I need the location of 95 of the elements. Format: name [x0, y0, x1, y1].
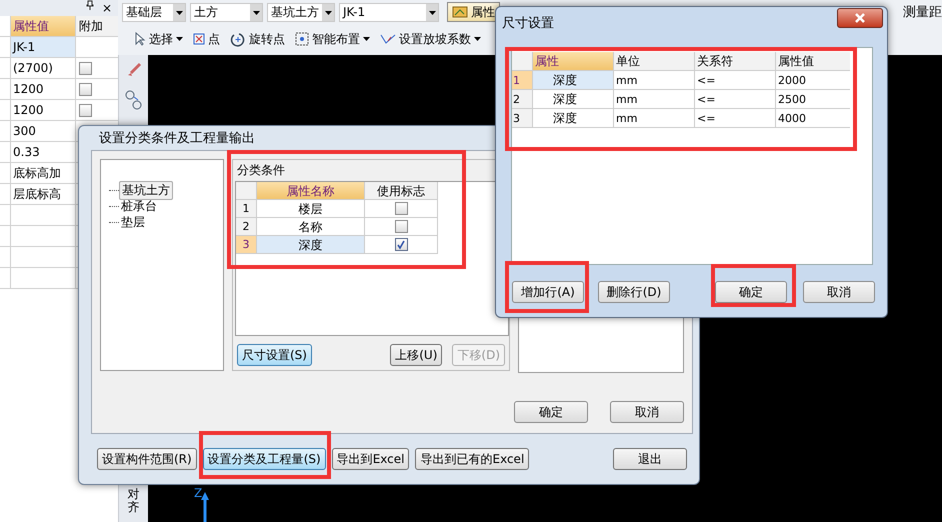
column-header: 关系符 — [695, 52, 776, 71]
table-cell[interactable]: 深度 — [257, 236, 365, 254]
axis-arrow-icon — [200, 492, 210, 522]
point-icon — [193, 33, 205, 45]
checkbox[interactable] — [79, 104, 92, 116]
table-cell[interactable]: JK-1 — [11, 37, 76, 57]
dialog-button[interactable]: 增加行(A) — [512, 281, 584, 303]
dialog-button[interactable]: 导出到已有的Excel — [415, 448, 530, 470]
table-cell[interactable]: mm — [614, 90, 695, 109]
checkbox[interactable] — [79, 82, 92, 96]
column-header: 附加 — [76, 16, 118, 36]
dialog-button[interactable]: 确定 — [514, 401, 588, 423]
column-header: 属性值 — [776, 52, 850, 71]
toolbar-label[interactable]: 测量距 — [903, 3, 942, 21]
dialog-button[interactable]: 上移(U) — [390, 344, 442, 366]
row-number: 1 — [236, 200, 257, 218]
header-corner-cell — [236, 182, 257, 200]
dropdown[interactable]: 基础层 — [122, 2, 186, 22]
caret-icon — [176, 10, 182, 14]
table-cell[interactable]: mm — [614, 71, 695, 90]
row-number: 2 — [512, 90, 533, 109]
axis-label: Z — [194, 486, 202, 500]
close-icon — [854, 13, 866, 23]
checkbox[interactable] — [394, 220, 408, 233]
table-cell[interactable]: 2000 — [776, 71, 850, 90]
properties-button[interactable]: 属性 — [447, 2, 500, 22]
caret-icon — [324, 10, 332, 14]
table-cell[interactable]: 楼层 — [257, 200, 365, 218]
row-number: 1 — [512, 71, 533, 90]
toolbar-button[interactable]: 旋转点 — [230, 30, 285, 48]
picture-icon — [452, 6, 468, 18]
table-cell[interactable]: 深度 — [533, 109, 614, 128]
toolbar-button[interactable]: 点 — [193, 30, 220, 48]
table-cell[interactable]: <= — [695, 71, 776, 90]
tree-item[interactable]: 桩承台 — [119, 198, 159, 214]
tree-item[interactable]: 基坑土方 — [119, 180, 173, 200]
header-corner-cell — [512, 52, 533, 71]
dialog-button[interactable]: 设置构件范围(R) — [97, 448, 197, 470]
table-cell[interactable]: 4000 — [776, 109, 850, 128]
row-number: 3 — [236, 236, 257, 254]
table-cell[interactable]: 底标高加 — [11, 163, 76, 183]
caret-icon — [474, 37, 481, 41]
rotate-icon — [230, 31, 246, 47]
toolbar-button[interactable]: 设置放坡系数 — [380, 30, 481, 48]
close-button[interactable] — [837, 8, 883, 28]
pin-icon[interactable] — [86, 0, 94, 10]
group-title: 分类条件 — [236, 162, 286, 179]
table-cell[interactable]: 深度 — [533, 71, 614, 90]
toolbar-label[interactable]: 对齐 — [128, 488, 140, 514]
table-cell[interactable]: (2700) — [11, 58, 76, 78]
slope-icon — [380, 33, 396, 45]
caret-icon — [428, 10, 436, 14]
table-cell[interactable]: 层底标高 — [11, 184, 76, 204]
caret-icon — [176, 37, 183, 41]
checkbox[interactable] — [79, 62, 92, 74]
table-cell[interactable]: <= — [695, 90, 776, 109]
dialog-button[interactable]: 退出 — [613, 448, 687, 470]
table-cell[interactable]: <= — [695, 109, 776, 128]
dialog-button[interactable]: 导出到Excel — [332, 448, 410, 470]
close-icon[interactable]: × — [102, 0, 112, 16]
caret-icon — [363, 37, 370, 41]
toolbar-button[interactable]: 选择 — [134, 30, 183, 48]
pointer-icon — [134, 32, 146, 46]
column-header: 单位 — [614, 52, 695, 71]
table-cell[interactable]: 300 — [11, 121, 76, 141]
grid-icon — [295, 32, 309, 46]
column-header: 属性值 — [11, 16, 76, 36]
dialog-button[interactable]: 删除行(D) — [598, 281, 670, 303]
table-cell[interactable]: 深度 — [533, 90, 614, 109]
dialog-button[interactable]: 设置分类及工程量(S) — [202, 448, 326, 470]
checkbox[interactable] — [394, 238, 408, 251]
toolbar-button[interactable]: 智能布置 — [295, 30, 370, 48]
caret-icon — [252, 10, 260, 14]
window-title: 尺寸设置 — [502, 15, 554, 32]
table-cell[interactable]: 0.33 — [11, 142, 76, 162]
dialog-button[interactable]: 取消 — [803, 281, 875, 303]
dropdown[interactable]: 土方 — [190, 2, 263, 22]
table-cell[interactable]: mm — [614, 109, 695, 128]
row-number: 3 — [512, 109, 533, 128]
dropdown[interactable]: JK-1 — [339, 2, 439, 22]
table-cell[interactable]: 1200 — [11, 79, 76, 99]
tree-item[interactable]: 垫层 — [119, 214, 147, 230]
window-title: 设置分类条件及工程量输出 — [98, 130, 256, 148]
table-cell[interactable]: 1200 — [11, 100, 76, 120]
column-header: 使用标志 — [365, 182, 438, 200]
column-header: 属性名称 — [257, 182, 365, 200]
table-cell[interactable]: 2500 — [776, 90, 850, 109]
dialog-button[interactable]: 尺寸设置(S) — [237, 344, 312, 366]
dialog-button[interactable]: 确定 — [715, 281, 787, 303]
dialog-button[interactable]: 取消 — [610, 401, 684, 423]
checkbox[interactable] — [394, 202, 408, 215]
row-number: 2 — [236, 218, 257, 236]
circles-icon[interactable] — [124, 89, 144, 111]
dropdown[interactable]: 基坑土方 — [267, 2, 335, 22]
column-header: 属性 — [533, 52, 614, 71]
